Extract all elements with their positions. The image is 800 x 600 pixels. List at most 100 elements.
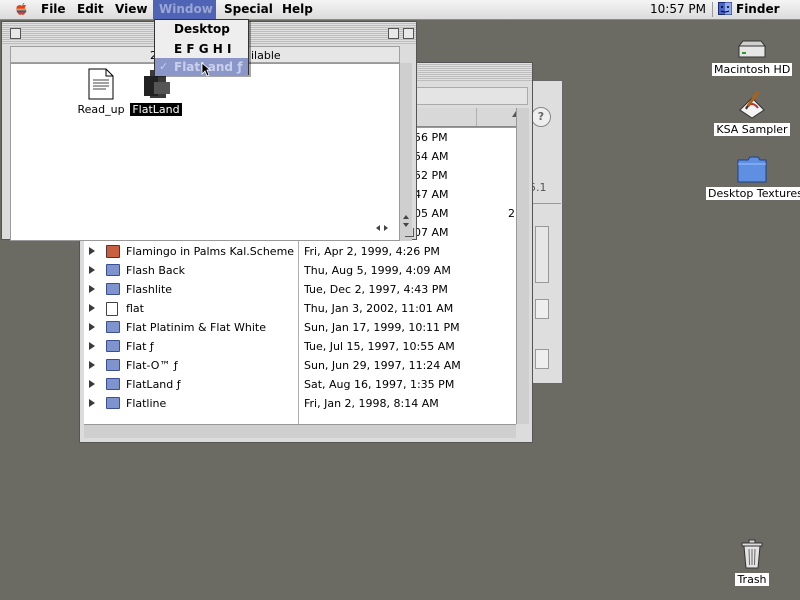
- trash-icon: [741, 539, 763, 569]
- desktop-icon-label: Trash: [735, 573, 769, 586]
- item-date: 07 AM: [414, 226, 449, 239]
- item-name: FlatLand ƒ: [126, 378, 181, 391]
- menu-item-desktop[interactable]: Desktop: [155, 20, 248, 38]
- folder-icon: [106, 321, 120, 333]
- horizontal-scrollbar[interactable]: [84, 424, 516, 438]
- panel-button[interactable]: [535, 349, 549, 369]
- disclosure-triangle-icon[interactable]: [89, 380, 95, 388]
- menubar-clock[interactable]: 10:57 PM: [650, 0, 706, 19]
- apple-menu-icon[interactable]: [14, 2, 29, 17]
- menu-edit[interactable]: Edit: [71, 0, 110, 19]
- item-name: flat: [126, 302, 144, 315]
- info-available: ilable: [251, 49, 281, 62]
- folder-icon: [106, 378, 120, 390]
- file-label-selected: FlatLand: [130, 103, 182, 116]
- menu-window[interactable]: Window: [153, 0, 216, 19]
- list-item[interactable]: flat Thu, Jan 3, 2002, 11:01 AM: [84, 299, 516, 318]
- folder-icon: [106, 359, 120, 371]
- folder-icon: [106, 283, 120, 295]
- list-item[interactable]: Flat ƒ Tue, Jul 15, 1997, 10:55 AM: [84, 337, 516, 356]
- disclosure-triangle-icon[interactable]: [89, 266, 95, 274]
- panel-box: [535, 226, 549, 283]
- column-divider: [476, 108, 477, 126]
- item-date: Fri, Apr 2, 1999, 4:26 PM: [304, 245, 440, 258]
- close-box-icon[interactable]: [10, 28, 21, 39]
- menu-view[interactable]: View: [109, 0, 153, 19]
- item-name: Flat ƒ: [126, 340, 154, 353]
- item-date: Fri, Jan 2, 1998, 8:14 AM: [304, 397, 439, 410]
- item-date: 56 PM: [414, 131, 448, 144]
- mouse-pointer-icon: [201, 62, 211, 77]
- item-date: Thu, Jan 3, 2002, 11:01 AM: [304, 302, 454, 315]
- folder-icon: [106, 397, 120, 409]
- disclosure-triangle-icon[interactable]: [89, 342, 95, 350]
- menu-item-label: E F G H I: [174, 42, 232, 56]
- list-item[interactable]: Flatline Fri, Jan 2, 1998, 8:14 AM: [84, 394, 516, 413]
- panel-button[interactable]: [535, 299, 549, 319]
- desktop-icon-label: Desktop Textures: [706, 187, 800, 200]
- disclosure-triangle-icon[interactable]: [89, 304, 95, 312]
- desktop-icon-label: KSA Sampler: [714, 123, 790, 136]
- help-icon[interactable]: ?: [531, 107, 551, 127]
- vertical-scrollbar[interactable]: [516, 108, 529, 424]
- menu-help[interactable]: Help: [276, 0, 319, 19]
- vertical-scrollbar[interactable]: [400, 63, 412, 241]
- folder-icon: [106, 340, 120, 352]
- checkmark-icon: ✓: [159, 60, 169, 73]
- finder-icon: [718, 2, 732, 15]
- item-date: Sat, Aug 16, 1997, 1:35 PM: [304, 378, 455, 391]
- desktop-icon-desktop-textures[interactable]: Desktop Textures: [706, 154, 800, 200]
- menu-special[interactable]: Special: [218, 0, 279, 19]
- folder-icon: [106, 264, 120, 276]
- list-item[interactable]: Flash Back Thu, Aug 5, 1999, 4:09 AM: [84, 261, 516, 280]
- hard-disk-icon: [737, 40, 767, 58]
- zoom-box-icon[interactable]: [388, 28, 399, 39]
- list-item[interactable]: Flashlite Tue, Dec 2, 1997, 4:43 PM: [84, 280, 516, 299]
- sampler-icon: [739, 91, 765, 119]
- application-name: Finder: [736, 2, 780, 16]
- menu-item-efghi[interactable]: E F G H I: [155, 40, 248, 58]
- list-item[interactable]: FlatLand ƒ Sat, Aug 16, 1997, 1:35 PM: [84, 375, 516, 394]
- item-date: Sun, Jun 29, 1997, 11:24 AM: [304, 359, 461, 372]
- picture-file-icon: [106, 245, 120, 258]
- item-date: 52 PM: [414, 169, 448, 182]
- item-date: 47 AM: [414, 188, 449, 201]
- item-date: Thu, Aug 5, 1999, 4:09 AM: [304, 264, 451, 277]
- disclosure-triangle-icon[interactable]: [89, 285, 95, 293]
- item-name: Flat Platinim & Flat White: [126, 321, 266, 334]
- menu-item-label: Desktop: [174, 22, 230, 36]
- menu-bar: File Edit View Window Special Help 10:57…: [0, 0, 800, 20]
- scroll-down-arrow-icon[interactable]: [403, 223, 409, 227]
- scroll-up-arrow-icon[interactable]: [403, 215, 409, 219]
- document-icon: [106, 302, 118, 316]
- item-date: 54 AM: [414, 150, 449, 163]
- scroll-right-arrow-icon[interactable]: [384, 225, 388, 231]
- menubar-divider: [712, 2, 713, 17]
- item-name: Flashlite: [126, 283, 173, 296]
- disclosure-triangle-icon[interactable]: [89, 323, 95, 331]
- item-name: Flatline: [126, 397, 167, 410]
- desktop-icon-macintosh-hd[interactable]: Macintosh HD: [712, 40, 793, 76]
- item-date: Sun, Jan 17, 1999, 10:11 PM: [304, 321, 460, 334]
- desktop-icon-ksa-sampler[interactable]: KSA Sampler: [712, 88, 792, 136]
- window-menu-dropdown: Desktop E F G H I ✓ FlatLand ƒ: [154, 19, 249, 77]
- list-item[interactable]: Flamingo in Palms Kal.Scheme Fri, Apr 2,…: [84, 242, 516, 261]
- menu-file[interactable]: File: [35, 0, 72, 19]
- disclosure-triangle-icon[interactable]: [89, 247, 95, 255]
- disclosure-triangle-icon[interactable]: [89, 361, 95, 369]
- resize-handle-icon[interactable]: [405, 228, 414, 237]
- scroll-left-arrow-icon[interactable]: [376, 225, 380, 231]
- list-item[interactable]: Flat Platinim & Flat White Sun, Jan 17, …: [84, 318, 516, 337]
- desktop-icon-trash[interactable]: Trash: [722, 538, 782, 586]
- list-item[interactable]: Flat-O™ ƒ Sun, Jun 29, 1997, 11:24 AM: [84, 356, 516, 375]
- disclosure-triangle-icon[interactable]: [89, 399, 95, 407]
- item-date: 05 AM: [414, 207, 449, 220]
- folder-icon: [737, 156, 767, 183]
- collapse-box-icon[interactable]: [403, 28, 414, 39]
- file-icon-read-up[interactable]: Read_up: [66, 68, 136, 116]
- file-label: Read_up: [77, 103, 125, 116]
- desktop-icon-label: Macintosh HD: [712, 63, 793, 76]
- item-date: Tue, Jul 15, 1997, 10:55 AM: [304, 340, 455, 353]
- icon-view-content[interactable]: Read_up FlatLand: [10, 63, 400, 241]
- application-menu[interactable]: Finder: [718, 0, 780, 19]
